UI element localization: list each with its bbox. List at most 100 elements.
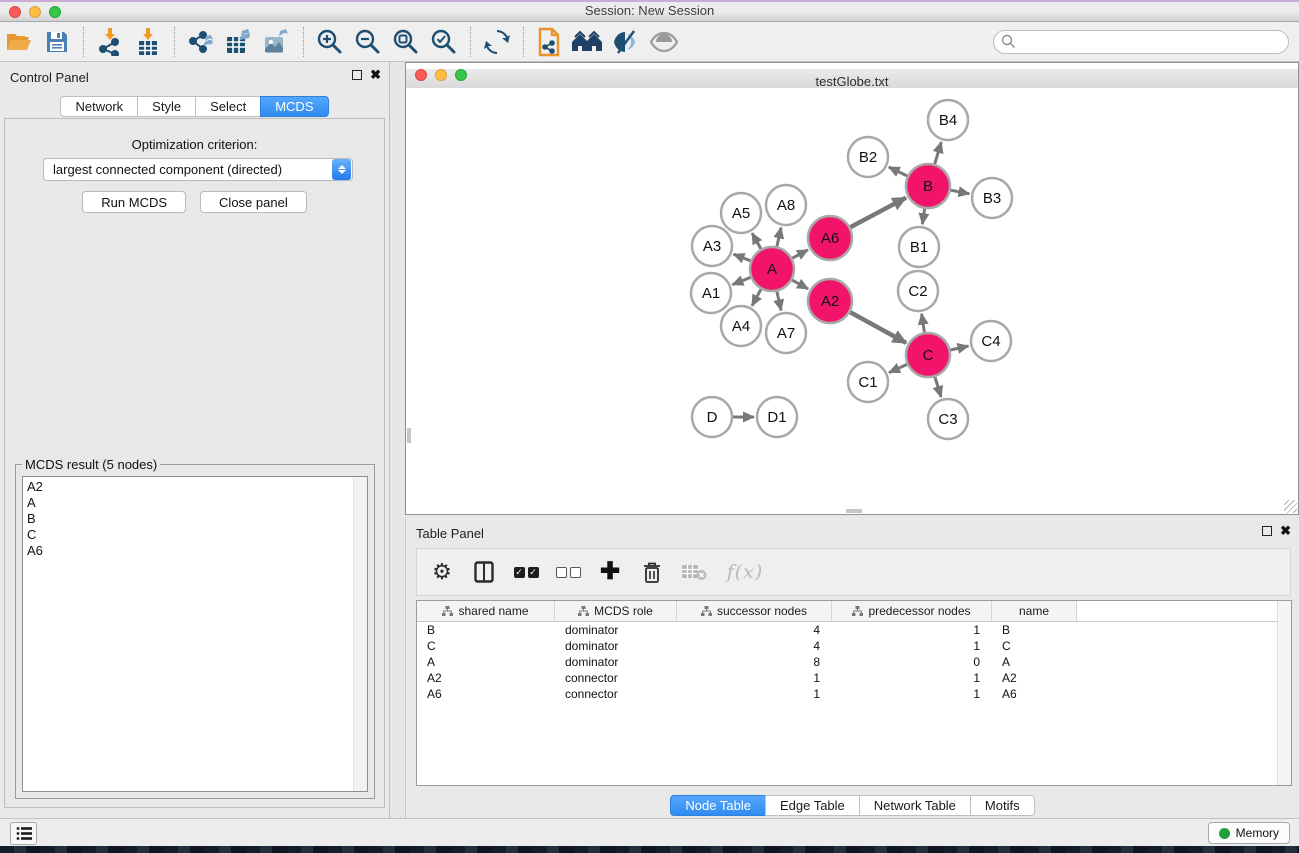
edge-A-A3[interactable] — [734, 254, 751, 261]
edge-A-A4[interactable] — [752, 289, 761, 306]
home-icon[interactable] — [571, 26, 605, 58]
cell-successor_nodes-row1[interactable]: 4 — [677, 638, 832, 654]
float-panel-icon[interactable] — [352, 70, 362, 80]
zoom-fit-icon[interactable] — [389, 26, 423, 58]
edge-A-A2[interactable] — [792, 280, 808, 289]
graph-node-C1[interactable]: C1 — [848, 362, 888, 402]
edge-C-C3[interactable] — [935, 377, 941, 397]
import-table-icon[interactable] — [131, 26, 165, 58]
tab-network[interactable]: Network — [60, 96, 138, 117]
table-tab-edge-table[interactable]: Edge Table — [765, 795, 860, 816]
graph-node-B2[interactable]: B2 — [848, 137, 888, 177]
cell-mcds_role-row4[interactable]: connector — [555, 686, 677, 702]
export-network-icon[interactable] — [184, 26, 218, 58]
close-panel-icon[interactable]: ✖ — [370, 70, 381, 80]
zoom-selected-icon[interactable] — [427, 26, 461, 58]
cell-mcds_role-row1[interactable]: dominator — [555, 638, 677, 654]
apply-layout-icon[interactable] — [480, 26, 514, 58]
cell-name-row3[interactable]: A2 — [992, 670, 1077, 686]
cell-name-row2[interactable]: A — [992, 654, 1077, 670]
edge-A6-B[interactable] — [850, 198, 906, 228]
delete-column-icon[interactable] — [639, 559, 665, 585]
show-hide-icon[interactable] — [647, 26, 681, 58]
column-header-mcds-role[interactable]: MCDS role — [555, 601, 677, 622]
graph-node-A5[interactable]: A5 — [721, 193, 761, 233]
graph-node-A6[interactable]: A6 — [808, 216, 852, 260]
result-item-b[interactable]: B — [27, 511, 353, 527]
add-column-icon[interactable]: ✚ — [597, 559, 623, 585]
close-panel-button[interactable]: Close panel — [200, 191, 307, 213]
graph-node-A8[interactable]: A8 — [766, 185, 806, 225]
delete-table-icon[interactable] — [681, 559, 707, 585]
graph-node-A1[interactable]: A1 — [691, 273, 731, 313]
cell-name-row1[interactable]: C — [992, 638, 1077, 654]
vertical-scroll-indicator[interactable] — [407, 428, 411, 443]
zoom-out-icon[interactable] — [351, 26, 385, 58]
edge-C-C1[interactable] — [889, 364, 907, 372]
edge-C-C4[interactable] — [951, 346, 969, 350]
graph-node-D1[interactable]: D1 — [757, 397, 797, 437]
task-history-button[interactable] — [10, 822, 37, 845]
function-builder-icon[interactable]: f(x) — [723, 559, 767, 585]
graph-node-A4[interactable]: A4 — [721, 306, 761, 346]
cell-predecessor_nodes-row3[interactable]: 1 — [832, 670, 992, 686]
table-row[interactable]: Cdominator41C — [417, 638, 1277, 654]
table-scrollbar[interactable] — [1277, 601, 1291, 785]
gear-icon[interactable]: ⚙ — [429, 559, 455, 585]
edge-A-A5[interactable] — [752, 233, 761, 249]
column-selector-icon[interactable] — [471, 559, 497, 585]
run-mcds-button[interactable]: Run MCDS — [82, 191, 186, 213]
window-resize-grip[interactable] — [1284, 500, 1297, 513]
cell-shared_name-row4[interactable]: A6 — [417, 686, 555, 702]
graph-node-B[interactable]: B — [906, 164, 950, 208]
cell-successor_nodes-row4[interactable]: 1 — [677, 686, 832, 702]
graph-node-A2[interactable]: A2 — [808, 279, 852, 323]
search-input[interactable] — [1016, 35, 1288, 49]
graph-node-C4[interactable]: C4 — [971, 321, 1011, 361]
export-image-icon[interactable] — [260, 26, 294, 58]
cell-successor_nodes-row0[interactable]: 4 — [677, 622, 832, 638]
search-field[interactable] — [993, 30, 1289, 54]
graph-node-B1[interactable]: B1 — [899, 227, 939, 267]
table-row[interactable]: A6connector11A6 — [417, 686, 1277, 702]
close-table-panel-icon[interactable]: ✖ — [1280, 526, 1291, 536]
result-item-a[interactable]: A — [27, 495, 353, 511]
graph-node-C[interactable]: C — [906, 333, 950, 377]
graph-node-B3[interactable]: B3 — [972, 178, 1012, 218]
cell-shared_name-row0[interactable]: B — [417, 622, 555, 638]
tab-select[interactable]: Select — [195, 96, 261, 117]
graph-node-A[interactable]: A — [750, 247, 794, 291]
network-canvas[interactable]: B4B2BB3A8A5A6A3B1AC2A1A2A4A7C4CC1DD1C3 — [406, 88, 1298, 514]
edge-B-B2[interactable] — [889, 167, 908, 176]
clone-network-icon[interactable] — [533, 26, 567, 58]
edge-C-C2[interactable] — [922, 314, 925, 333]
graph-node-D[interactable]: D — [692, 397, 732, 437]
edge-A-A8[interactable] — [777, 228, 781, 247]
deselect-all-icon[interactable] — [555, 559, 581, 585]
graph-node-C2[interactable]: C2 — [898, 271, 938, 311]
table-tab-node-table[interactable]: Node Table — [670, 795, 766, 816]
graph-node-B4[interactable]: B4 — [928, 100, 968, 140]
cell-successor_nodes-row3[interactable]: 1 — [677, 670, 832, 686]
criterion-dropdown[interactable]: largest connected component (directed) — [43, 158, 353, 181]
cell-shared_name-row1[interactable]: C — [417, 638, 555, 654]
export-table-icon[interactable] — [222, 26, 256, 58]
edge-A-A1[interactable] — [732, 277, 750, 284]
cell-predecessor_nodes-row4[interactable]: 1 — [832, 686, 992, 702]
table-row[interactable]: Bdominator41B — [417, 622, 1277, 638]
edge-B-B1[interactable] — [922, 209, 924, 224]
result-item-a2[interactable]: A2 — [27, 479, 353, 495]
table-tab-network-table[interactable]: Network Table — [859, 795, 971, 816]
open-file-icon[interactable] — [2, 26, 36, 58]
edge-A-A6[interactable] — [792, 250, 808, 258]
result-list-scrollbar[interactable] — [353, 477, 367, 791]
horizontal-scroll-indicator[interactable] — [846, 509, 862, 513]
result-item-c[interactable]: C — [27, 527, 353, 543]
result-item-a6[interactable]: A6 — [27, 543, 353, 559]
tab-mcds[interactable]: MCDS — [260, 96, 328, 117]
table-tab-motifs[interactable]: Motifs — [970, 795, 1035, 816]
cell-predecessor_nodes-row0[interactable]: 1 — [832, 622, 992, 638]
graph-node-A7[interactable]: A7 — [766, 313, 806, 353]
column-header-shared-name[interactable]: shared name — [417, 601, 555, 622]
select-all-icon[interactable]: ✓✓ — [513, 559, 539, 585]
